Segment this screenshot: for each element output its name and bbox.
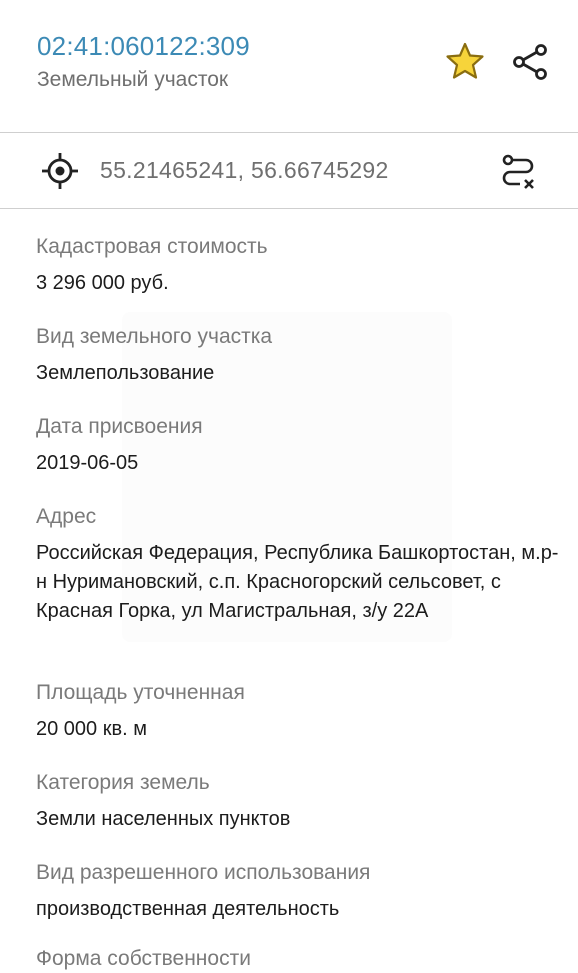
field-label: Форма собственности — [36, 947, 251, 970]
locate-button[interactable] — [38, 149, 82, 193]
field-land-kind: Вид земельного участка Землепользование — [36, 323, 568, 388]
field-value: 2019-06-05 — [36, 452, 139, 474]
field-label: Площадь уточненная — [36, 681, 245, 704]
field-value: 20 000 кв. м — [36, 718, 147, 740]
star-icon — [446, 42, 484, 79]
field-value: 3 296 000 руб. — [36, 272, 169, 294]
field-cadastral-cost: Кадастровая стоимость 3 296 000 руб. — [36, 233, 568, 298]
field-value: Землепользование — [36, 362, 215, 384]
field-label: Дата присвоения — [36, 415, 203, 438]
field-label: Кадастровая стоимость — [36, 235, 268, 258]
field-address: Адрес Российская Федерация, Республика Б… — [36, 503, 568, 626]
field-label: Адрес — [36, 505, 97, 528]
favorite-button[interactable] — [444, 40, 486, 82]
target-icon — [42, 153, 78, 189]
cadastral-number: 02:41:060122:309 — [37, 31, 250, 61]
field-label: Категория земель — [36, 771, 210, 794]
field-area: Площадь уточненная 20 000 кв. м — [36, 679, 568, 744]
field-value: Российская Федерация, Республика Башкорт… — [36, 542, 559, 622]
field-ownership-form: Форма собственности — [36, 945, 568, 973]
field-permitted-use: Вид разрешенного использования производс… — [36, 859, 568, 924]
field-value: Земли населенных пунктов — [36, 808, 291, 830]
coordinates-text[interactable]: 55.21465241, 56.66745292 — [100, 157, 389, 184]
field-land-category: Категория земель Земли населенных пункто… — [36, 769, 568, 834]
coordinates-bar: 55.21465241, 56.66745292 — [0, 133, 578, 209]
share-icon — [513, 44, 547, 80]
field-assign-date: Дата присвоения 2019-06-05 — [36, 413, 568, 478]
share-button[interactable] — [508, 40, 552, 84]
route-button[interactable] — [495, 149, 541, 195]
field-label: Вид разрешенного использования — [36, 861, 371, 884]
header: 02:41:060122:309 Земельный участок — [0, 0, 578, 133]
field-value: производственная деятельность — [36, 898, 340, 920]
object-type: Земельный участок — [37, 68, 229, 91]
field-label: Вид земельного участка — [36, 325, 273, 348]
route-icon — [502, 154, 534, 189]
